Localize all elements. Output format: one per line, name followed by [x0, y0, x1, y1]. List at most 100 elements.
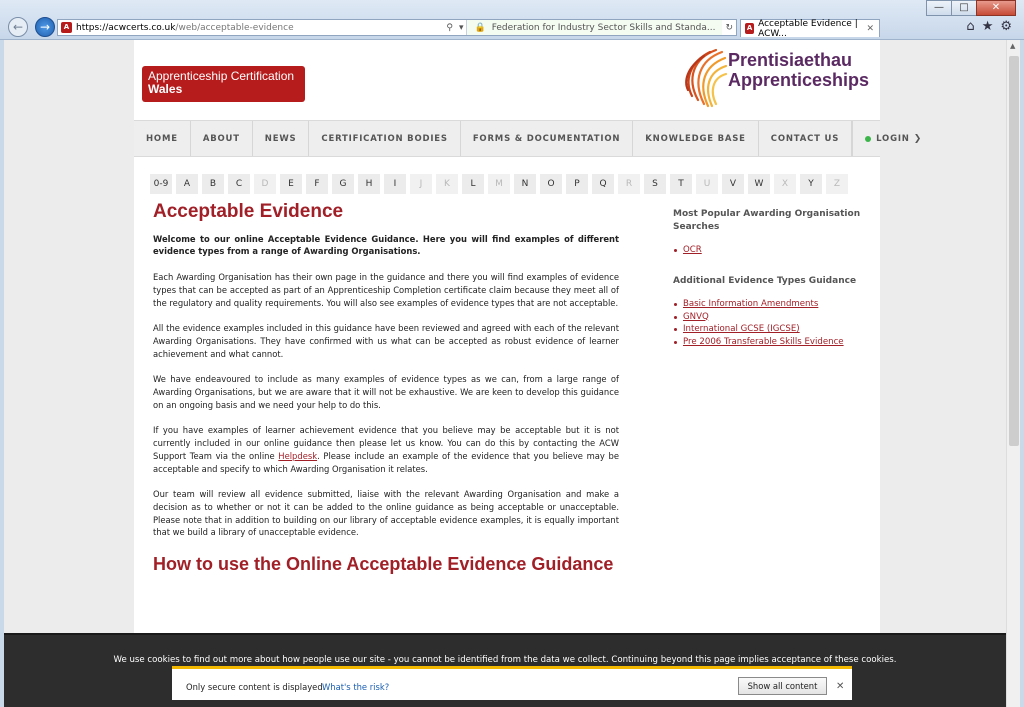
list-item: Pre 2006 Transferable Skills Evidence	[673, 336, 873, 349]
tab-favicon-icon: A	[745, 23, 755, 34]
page-viewport: Apprenticeship Certification Wales Prent…	[4, 40, 1006, 707]
alphabet-letter-c[interactable]: C	[228, 174, 250, 194]
security-info-bar: Only secure content is displayed. What's…	[172, 666, 852, 700]
home-icon[interactable]: ⌂	[966, 19, 974, 34]
popular-link-ocr[interactable]: OCR	[683, 245, 702, 255]
alphabet-letter-digits[interactable]: 0-9	[150, 174, 172, 194]
scrollbar-thumb[interactable]	[1009, 56, 1019, 446]
login-label: LOGIN	[876, 133, 910, 144]
nav-news[interactable]: NEWS	[253, 121, 310, 156]
scroll-up-icon[interactable]: ▲	[1010, 42, 1015, 50]
paragraph-5: Our team will review all evidence submit…	[153, 489, 619, 538]
nav-certification-bodies[interactable]: CERTIFICATION BODIES	[309, 121, 461, 156]
nav-home[interactable]: HOME	[134, 121, 191, 156]
nav-forms-documentation[interactable]: FORMS & DOCUMENTATION	[461, 121, 634, 156]
logo-right-line2: Apprenticeships	[728, 70, 870, 90]
alphabet-letter-m: M	[488, 174, 510, 194]
alphabet-letter-d: D	[254, 174, 276, 194]
show-all-content-button[interactable]: Show all content	[738, 677, 827, 695]
additional-guidance-heading: Additional Evidence Types Guidance	[673, 275, 857, 286]
alphabet-letter-u: U	[696, 174, 718, 194]
alphabet-letter-g[interactable]: G	[332, 174, 354, 194]
page-title: Acceptable Evidence	[153, 201, 344, 222]
section-heading-how-to-use: How to use the Online Acceptable Evidenc…	[153, 554, 614, 575]
whats-the-risk-link[interactable]: What's the risk?	[322, 682, 389, 692]
guidance-link-igcse[interactable]: International GCSE (IGCSE)	[683, 324, 800, 334]
back-arrow-icon[interactable]: ←	[8, 17, 28, 37]
nav-knowledge-base[interactable]: KNOWLEDGE BASE	[633, 121, 759, 156]
page-container: Apprenticeship Certification Wales Prent…	[134, 40, 921, 707]
site-identity-text: Federation for Industry Sector Skills an…	[491, 22, 716, 33]
alphabet-letter-x: X	[774, 174, 796, 194]
online-status-dot-icon	[865, 135, 872, 142]
alphabet-letter-v[interactable]: V	[722, 174, 744, 194]
list-item: International GCSE (IGCSE)	[673, 323, 873, 336]
logo-left-line2: Wales	[148, 82, 183, 96]
minimize-icon[interactable]: —	[926, 0, 952, 16]
popular-searches-heading: Most Popular Awarding Organisation Searc…	[673, 209, 861, 232]
forward-arrow-icon[interactable]: →	[35, 17, 55, 37]
alphabet-letter-q[interactable]: Q	[592, 174, 614, 194]
url-domain: https://acwcerts.co.uk	[76, 22, 176, 33]
list-item: OCR	[673, 244, 873, 257]
alphabet-letter-p[interactable]: P	[566, 174, 588, 194]
guidance-link-pre2006[interactable]: Pre 2006 Transferable Skills Evidence	[683, 337, 844, 347]
alphabet-letter-o[interactable]: O	[540, 174, 562, 194]
guidance-link-basic-info[interactable]: Basic Information Amendments	[683, 299, 818, 309]
alphabet-letter-w[interactable]: W	[748, 174, 770, 194]
site-header: Apprenticeship Certification Wales Prent…	[134, 40, 880, 120]
alphabet-letter-b[interactable]: B	[202, 174, 224, 194]
login-button[interactable]: LOGIN ❯	[853, 121, 934, 156]
browser-tab[interactable]: A Acceptable Evidence | ACW... ✕	[740, 18, 880, 39]
window-controls: — □ ✕	[926, 0, 1016, 16]
alphabet-letter-f[interactable]: F	[306, 174, 328, 194]
favorites-star-icon[interactable]: ★	[982, 19, 994, 34]
alphabet-letter-h[interactable]: H	[358, 174, 380, 194]
maximize-icon[interactable]: □	[951, 0, 977, 16]
alphabet-letter-s[interactable]: S	[644, 174, 666, 194]
browser-toolbar-icons: ⌂ ★ ⚙	[966, 19, 1012, 34]
site-identity[interactable]: 🔒 Federation for Industry Sector Skills …	[466, 20, 723, 35]
vertical-scrollbar[interactable]: ▲	[1006, 40, 1020, 707]
list-item: Basic Information Amendments	[673, 298, 873, 311]
nav-contact-us[interactable]: CONTACT US	[759, 121, 853, 156]
alphabet-letter-i[interactable]: I	[384, 174, 406, 194]
alphabet-letter-y[interactable]: Y	[800, 174, 822, 194]
apprenticeships-logo[interactable]: Prentisiaethau Apprenticeships	[682, 46, 872, 112]
guidance-link-gnvq[interactable]: GNVQ	[683, 312, 709, 322]
tab-title: Acceptable Evidence | ACW...	[758, 18, 858, 39]
info-bar-close-icon[interactable]: ✕	[836, 681, 844, 692]
list-item: GNVQ	[673, 311, 873, 324]
logo-right-line1: Prentisiaethau	[728, 50, 853, 70]
alphabet-letter-n[interactable]: N	[514, 174, 536, 194]
alphabet-letter-t[interactable]: T	[670, 174, 692, 194]
alphabet-letter-l[interactable]: L	[462, 174, 484, 194]
gear-icon[interactable]: ⚙	[1000, 19, 1012, 34]
search-icon[interactable]: ⚲	[443, 23, 456, 33]
acw-logo[interactable]: Apprenticeship Certification Wales	[142, 66, 305, 102]
paragraph-3: We have endeavoured to include as many e…	[153, 374, 619, 410]
site-favicon-icon: A	[61, 22, 72, 33]
alphabet-letter-z: Z	[826, 174, 848, 194]
lock-icon: 🔒	[474, 22, 486, 33]
cookie-message: We use cookies to find out more about ho…	[113, 655, 897, 665]
chevron-down-icon: ❯	[913, 133, 923, 144]
close-icon[interactable]: ✕	[976, 0, 1016, 16]
nav-about[interactable]: ABOUT	[191, 121, 253, 156]
address-tools: ⚲ ▾ 🔒 Federation for Industry Sector Ski…	[443, 20, 736, 35]
alphabet-letter-k: K	[436, 174, 458, 194]
tab-close-icon[interactable]: ✕	[866, 24, 874, 34]
helpdesk-link[interactable]: Helpdesk	[278, 451, 317, 461]
url-path: /web/acceptable-evidence	[175, 22, 294, 33]
paragraph-2: All the evidence examples included in th…	[153, 323, 619, 359]
additional-guidance-list: Basic Information Amendments GNVQ Intern…	[673, 298, 873, 349]
browser-chrome: — □ ✕ ← → A https://acwcerts.co.uk /web/…	[0, 0, 1024, 40]
refresh-icon[interactable]: ↻	[722, 23, 736, 33]
dropdown-icon[interactable]: ▾	[456, 23, 467, 33]
alphabet-filter: 0-9 A B C D E F G H I J K L M N O P Q R S T U V W X Y Z	[150, 174, 848, 194]
main-content: Acceptable Evidence Welcome to our onlin…	[153, 201, 619, 577]
address-bar[interactable]: A https://acwcerts.co.uk /web/acceptable…	[57, 19, 737, 36]
alphabet-letter-a[interactable]: A	[176, 174, 198, 194]
paragraph-4: If you have examples of learner achievem…	[153, 424, 619, 475]
alphabet-letter-e[interactable]: E	[280, 174, 302, 194]
